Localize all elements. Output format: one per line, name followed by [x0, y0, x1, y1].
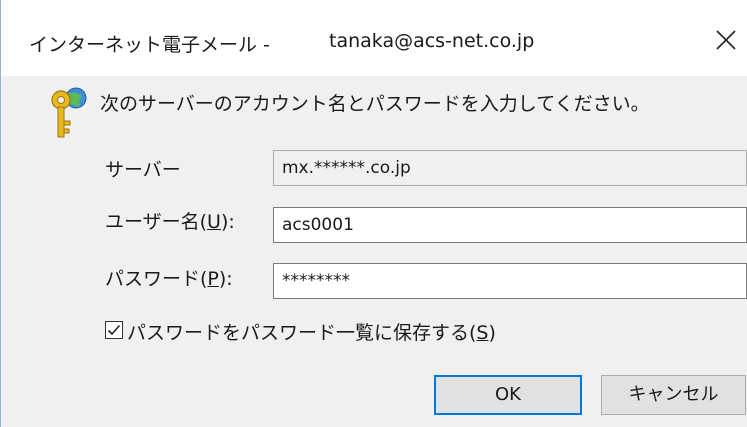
password-dialog: インターネット電子メール - tanaka@acs-net.co.jp 次のサー… — [0, 0, 747, 427]
server-field[interactable] — [273, 150, 747, 186]
ok-button[interactable]: OK — [434, 375, 582, 415]
window-title-account: tanaka@acs-net.co.jp — [329, 30, 535, 52]
save-password-label: パスワードをパスワード一覧に保存する(S) — [127, 318, 496, 345]
password-field[interactable] — [273, 263, 747, 299]
save-password-checkbox[interactable] — [105, 321, 123, 339]
password-label-suffix: ): — [218, 268, 233, 290]
instruction-text: 次のサーバーのアカウント名とパスワードを入力してください。 — [100, 93, 650, 115]
username-field[interactable] — [273, 207, 747, 243]
save-password-label-prefix: パスワードをパスワード一覧に保存する( — [127, 322, 477, 344]
title-bar[interactable]: インターネット電子メール - tanaka@acs-net.co.jp — [1, 0, 747, 76]
check-icon — [107, 324, 121, 336]
cancel-button[interactable]: キャンセル — [601, 375, 746, 415]
password-label-key: P — [207, 268, 219, 290]
username-label-key: U — [207, 211, 221, 233]
server-label: サーバー — [105, 159, 181, 181]
window-title-app: インターネット電子メール - — [29, 34, 270, 56]
username-label-prefix: ユーザー名( — [105, 211, 208, 233]
save-password-label-suffix: ) — [488, 322, 496, 344]
key-globe-icon — [49, 85, 91, 143]
username-label: ユーザー名(U): — [105, 207, 235, 234]
password-label-prefix: パスワード( — [105, 268, 208, 290]
password-label: パスワード(P): — [105, 264, 233, 291]
close-icon[interactable] — [708, 22, 744, 58]
save-password-label-key: S — [476, 322, 489, 344]
username-label-suffix: ): — [220, 211, 235, 233]
